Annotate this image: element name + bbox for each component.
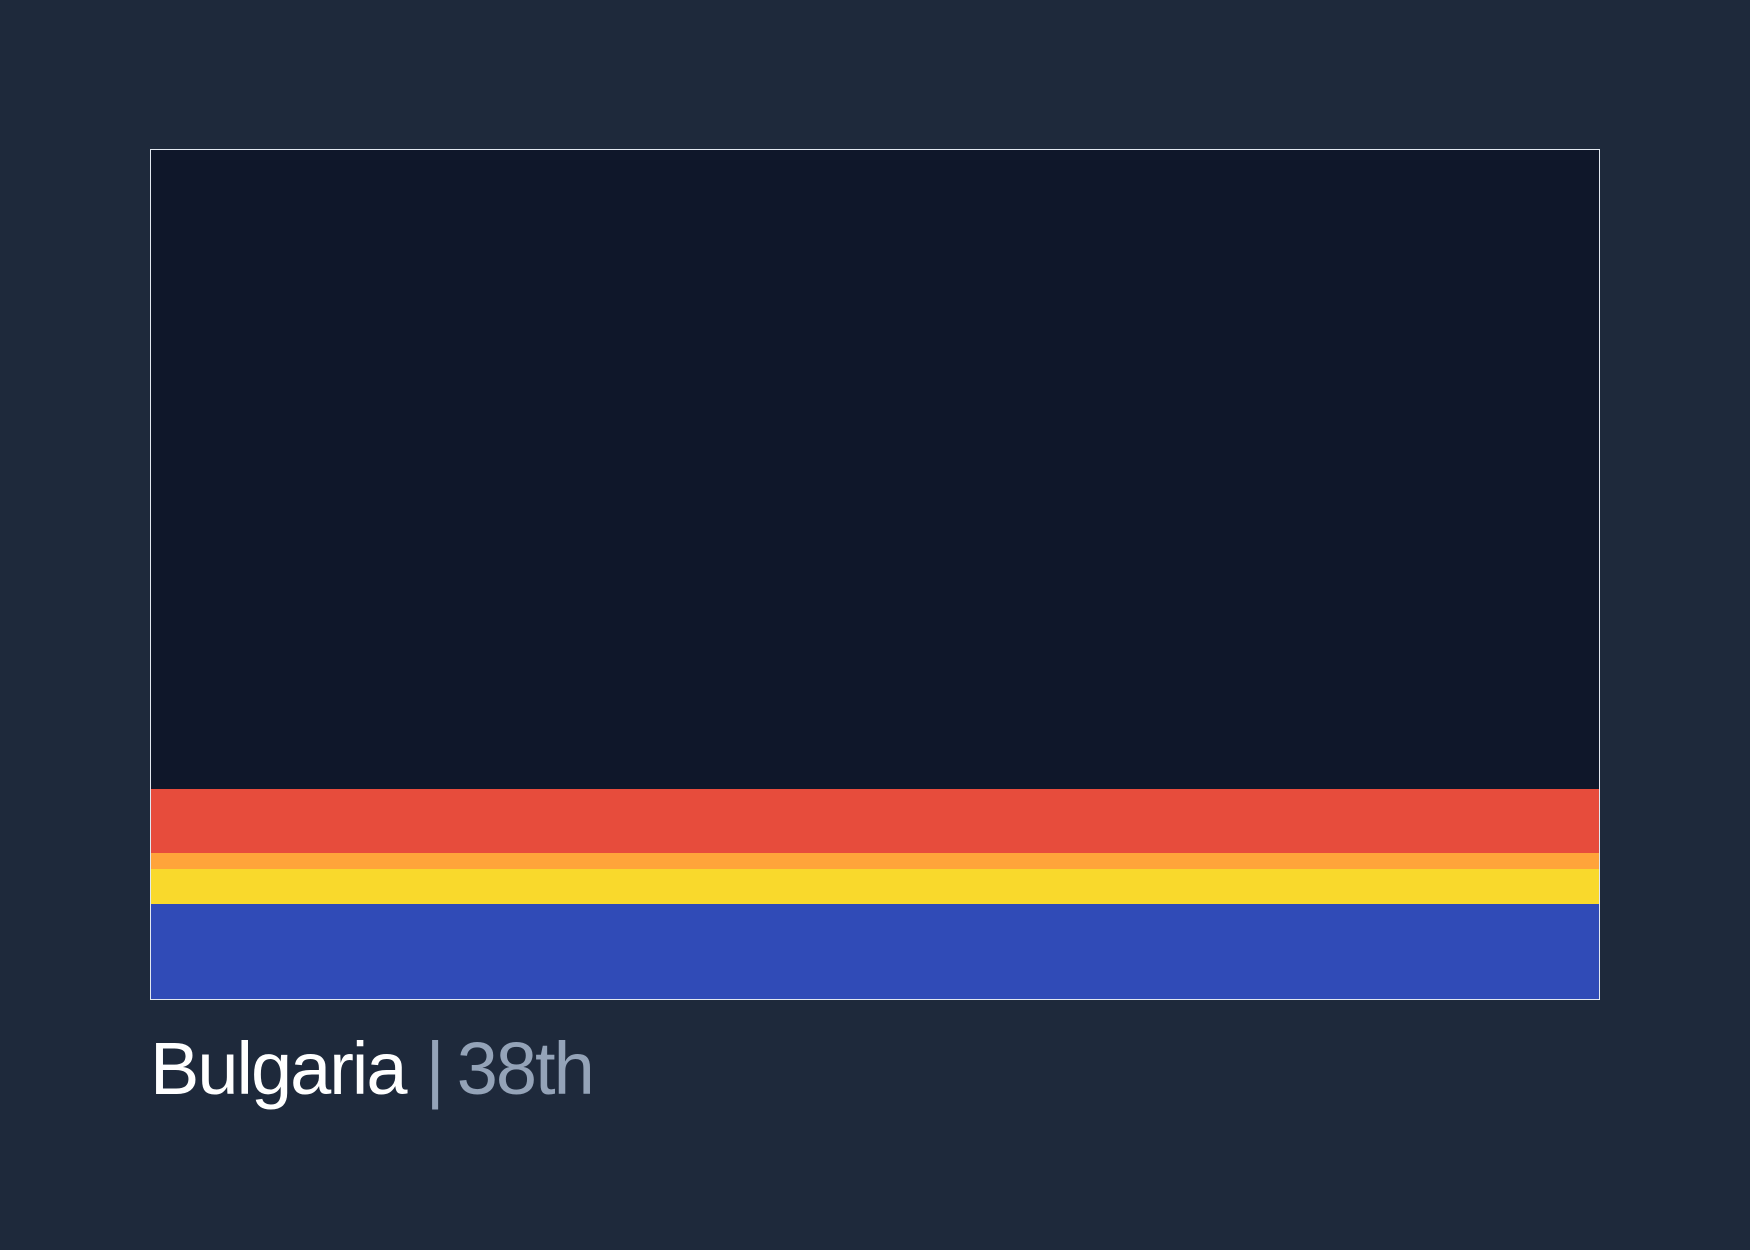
separator: |: [425, 1027, 445, 1110]
empty-area: [151, 150, 1599, 789]
yellow-band: [151, 869, 1599, 904]
red-band: [151, 789, 1599, 853]
rank-label: 38th: [456, 1027, 595, 1110]
caption: Bulgaria | 38th: [150, 1027, 595, 1112]
country-name: Bulgaria: [150, 1027, 408, 1110]
orange-band: [151, 853, 1599, 869]
blue-band: [151, 904, 1599, 999]
stacked-band-panel: [150, 149, 1600, 1000]
